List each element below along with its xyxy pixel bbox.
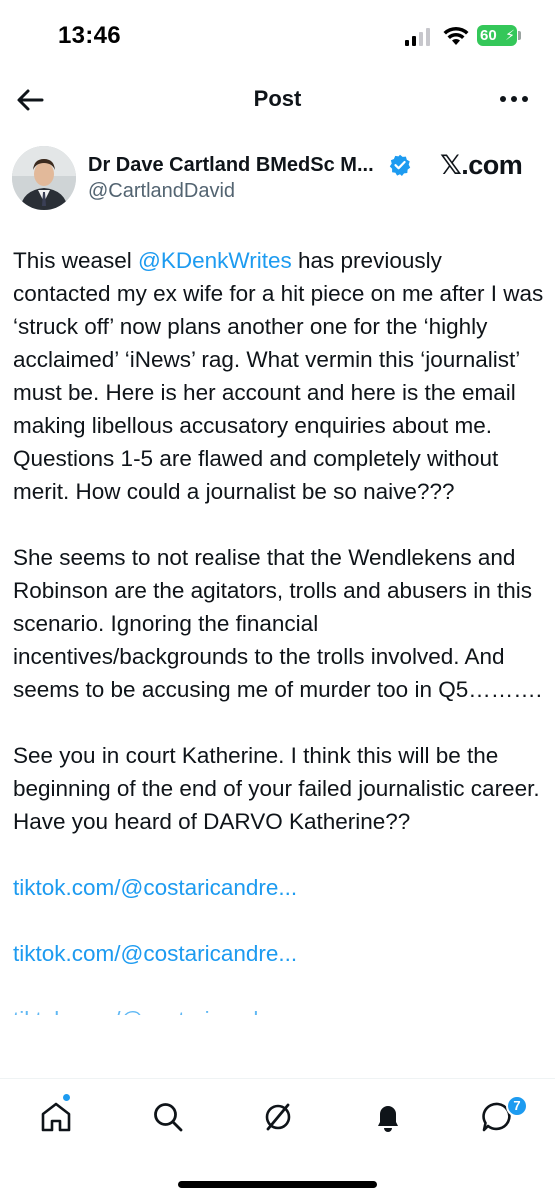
tiktok-link[interactable]: tiktok.com/@costaricandre... (13, 1003, 545, 1015)
battery-indicator: 60 ⚡ (477, 25, 517, 46)
post-text: This weasel @KDenkWrites has previously … (13, 244, 545, 1015)
notifications-icon[interactable] (370, 1099, 406, 1135)
status-time: 13:46 (58, 22, 121, 49)
wifi-icon (443, 26, 469, 45)
search-icon[interactable] (150, 1099, 186, 1135)
battery-level: 60 (480, 27, 497, 44)
author-display-name[interactable]: Dr Dave Cartland BMedSc M... (88, 154, 374, 177)
home-unread-dot (63, 1094, 70, 1101)
tiktok-link[interactable]: tiktok.com/@costaricandre... (13, 871, 545, 904)
messages-badge: 7 (506, 1095, 528, 1117)
tiktok-link[interactable]: tiktok.com/@costaricandre... (13, 937, 545, 970)
post-text-segment: This weasel (13, 248, 139, 273)
battery-cap (518, 31, 521, 40)
verified-badge-icon (389, 154, 411, 176)
post-text-segment: has previously contacted my ex wife for … (13, 248, 544, 504)
more-options-icon[interactable] (498, 86, 530, 112)
home-icon[interactable] (38, 1099, 74, 1135)
charging-bolt-icon: ⚡ (505, 27, 515, 43)
post-header: Post (0, 72, 555, 128)
post-author: Dr Dave Cartland BMedSc M... @CartlandDa… (0, 146, 555, 214)
post-paragraph: See you in court Katherine. I think this… (13, 743, 540, 834)
cellular-signal-icon (405, 28, 430, 46)
mention-link[interactable]: @KDenkWrites (138, 248, 292, 273)
status-bar: 13:46 60 ⚡ (0, 0, 555, 72)
author-handle[interactable]: @CartlandDavid (88, 180, 235, 203)
post-paragraph: This weasel @KDenkWrites has previously … (13, 244, 545, 508)
grok-icon[interactable] (260, 1099, 296, 1135)
post-paragraph: She seems to not realise that the Wendle… (13, 545, 542, 702)
x-logo: 𝕏.com (440, 150, 523, 180)
page-title: Post (253, 86, 302, 111)
avatar-image (12, 146, 76, 210)
avatar[interactable] (12, 146, 76, 210)
home-indicator[interactable] (178, 1181, 377, 1188)
